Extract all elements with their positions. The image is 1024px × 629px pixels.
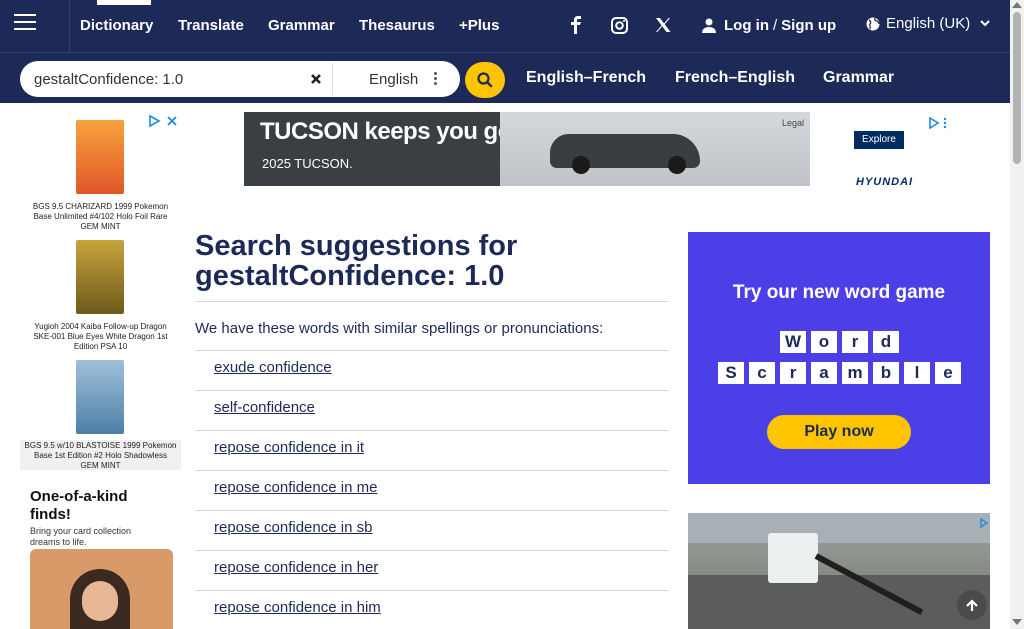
site-language-selector[interactable]: English (UK) <box>866 15 990 32</box>
login-separator: / <box>773 17 778 34</box>
dictionary-selector[interactable]: English <box>332 63 452 95</box>
suggestion-divider <box>195 510 669 511</box>
word-scramble-ad[interactable]: Try our new word game W o r d S c r a m … <box>688 232 990 484</box>
menu-icon[interactable] <box>14 14 36 32</box>
page-title: Search suggestions for gestaltConfidence… <box>195 231 669 291</box>
play-now-button[interactable]: Play now <box>767 415 911 449</box>
x-twitter-icon[interactable] <box>652 15 674 35</box>
account-links: Log in / Sign up <box>702 17 836 34</box>
active-nav-indicator <box>97 0 151 5</box>
suggestion-divider <box>195 470 669 471</box>
search-button[interactable] <box>465 62 505 98</box>
dictionary-selector-label: English <box>369 70 419 88</box>
banner-ad-photo <box>500 112 810 186</box>
suggestion-divider <box>195 590 669 591</box>
nav-translate[interactable]: Translate <box>178 17 244 34</box>
letter-tile: e <box>935 362 961 384</box>
car-wheel <box>572 156 590 174</box>
suggestion-link[interactable]: self-confidence <box>214 399 315 416</box>
close-icon <box>311 74 321 84</box>
more-options-icon <box>434 72 438 86</box>
ad-promo-title: One-of-a-kind finds! <box>30 488 128 523</box>
top-banner-ad[interactable]: TUCSON keeps you going. 2025 TUCSON. Leg… <box>244 112 950 188</box>
car-wheel <box>668 156 686 174</box>
letter-tile: W <box>780 331 806 353</box>
login-link[interactable]: Log in <box>724 17 769 34</box>
link-grammar[interactable]: Grammar <box>823 69 894 87</box>
chevron-down-icon <box>980 20 990 27</box>
page-title-prefix: Search suggestions for <box>195 230 518 262</box>
suggestion-divider <box>195 430 669 431</box>
suggestion-divider <box>195 550 669 551</box>
scrollbar-thumb[interactable] <box>1013 12 1021 164</box>
search-bar: English English–French French–English Gr… <box>0 53 1010 103</box>
suggestion-link[interactable]: repose confidence in him <box>214 599 381 616</box>
nav-thesaurus[interactable]: Thesaurus <box>359 17 435 34</box>
letter-tile: d <box>873 331 899 353</box>
suggestion-link[interactable]: repose confidence in her <box>214 559 378 576</box>
link-french-english[interactable]: French–English <box>675 69 795 87</box>
scroll-down-arrow[interactable] <box>1012 619 1022 625</box>
video-ad-truck <box>768 533 818 583</box>
letter-tile: r <box>780 362 806 384</box>
title-divider <box>195 301 669 302</box>
suggestion-link[interactable]: repose confidence in it <box>214 439 364 456</box>
banner-ad-text-panel: TUCSON keeps you going. 2025 TUCSON. <box>244 112 553 186</box>
signup-link[interactable]: Sign up <box>781 17 836 34</box>
suggestion-link[interactable]: repose confidence in me <box>214 479 377 496</box>
ad-promo-subtitle: Bring your card collection dreams to lif… <box>30 526 132 547</box>
nav-divider <box>69 0 70 53</box>
scroll-up-arrow[interactable] <box>1012 2 1022 8</box>
facebook-icon[interactable] <box>565 15 587 35</box>
letter-tile: o <box>811 331 837 353</box>
letter-tile: c <box>749 362 775 384</box>
video-ad[interactable] <box>688 513 990 629</box>
suggestion-divider <box>195 350 669 351</box>
search-input[interactable] <box>34 68 304 90</box>
nav-dictionary[interactable]: Dictionary <box>80 17 153 34</box>
nav-grammar[interactable]: Grammar <box>268 17 335 34</box>
ad-card-caption[interactable]: BGS 9.5 CHARIZARD 1999 Pokemon Base Unli… <box>24 202 177 232</box>
banner-ad-subtitle: 2025 TUCSON. <box>262 156 353 171</box>
site-language-label: English (UK) <box>886 15 971 32</box>
letter-tile: a <box>811 362 837 384</box>
suggestion-link[interactable]: exude confidence <box>214 359 332 376</box>
page-title-term: gestaltConfidence: 1.0 <box>195 260 505 292</box>
link-english-french[interactable]: English–French <box>526 69 646 87</box>
search-box: English <box>20 61 460 97</box>
banner-ad-explore-button[interactable]: Explore <box>854 131 904 149</box>
adchoices-icon[interactable] <box>980 515 989 533</box>
blue-eyes-card-image[interactable] <box>76 240 124 314</box>
clear-search-button[interactable] <box>306 70 326 88</box>
letter-tile: m <box>842 362 868 384</box>
video-ad-sky <box>688 513 990 543</box>
arrow-up-icon <box>966 599 978 611</box>
blastoise-card-image[interactable] <box>76 360 124 434</box>
adchoices-icon[interactable] <box>928 116 948 134</box>
left-skyscraper-ad[interactable]: BGS 9.5 CHARIZARD 1999 Pokemon Base Unli… <box>20 112 181 629</box>
ad-card-caption[interactable]: Yugioh 2004 Kaiba Follow-up Dragon SKE-0… <box>24 322 177 352</box>
adchoices-icon[interactable] <box>148 114 178 128</box>
globe-icon <box>866 17 880 30</box>
charizard-card-image[interactable] <box>76 120 124 194</box>
hyundai-logo: HYUNDAI <box>856 176 914 188</box>
letter-tile: S <box>718 362 744 384</box>
banner-ad-legal-link[interactable]: Legal <box>782 118 804 128</box>
letter-tile: l <box>904 362 930 384</box>
ad-card-caption[interactable]: BGS 9.5 w/10 BLASTOISE 1999 Pokemon Base… <box>24 441 177 471</box>
suggestion-divider <box>195 390 669 391</box>
top-nav-bar: Dictionary Translate Grammar Thesaurus +… <box>0 0 1010 53</box>
letter-tile: b <box>873 362 899 384</box>
suggestion-link[interactable]: repose confidence in sb <box>214 519 372 536</box>
back-to-top-button[interactable] <box>957 590 987 620</box>
ad-promo-photo[interactable] <box>30 549 173 629</box>
suggestions-intro: We have these words with similar spellin… <box>195 320 604 337</box>
video-ad-road <box>688 575 990 629</box>
letter-tile: r <box>842 331 868 353</box>
instagram-icon[interactable] <box>608 15 630 35</box>
search-icon <box>477 72 493 88</box>
word-game-title: Try our new word game <box>732 282 946 303</box>
user-icon <box>702 18 716 33</box>
nav-plus[interactable]: +Plus <box>459 17 499 34</box>
